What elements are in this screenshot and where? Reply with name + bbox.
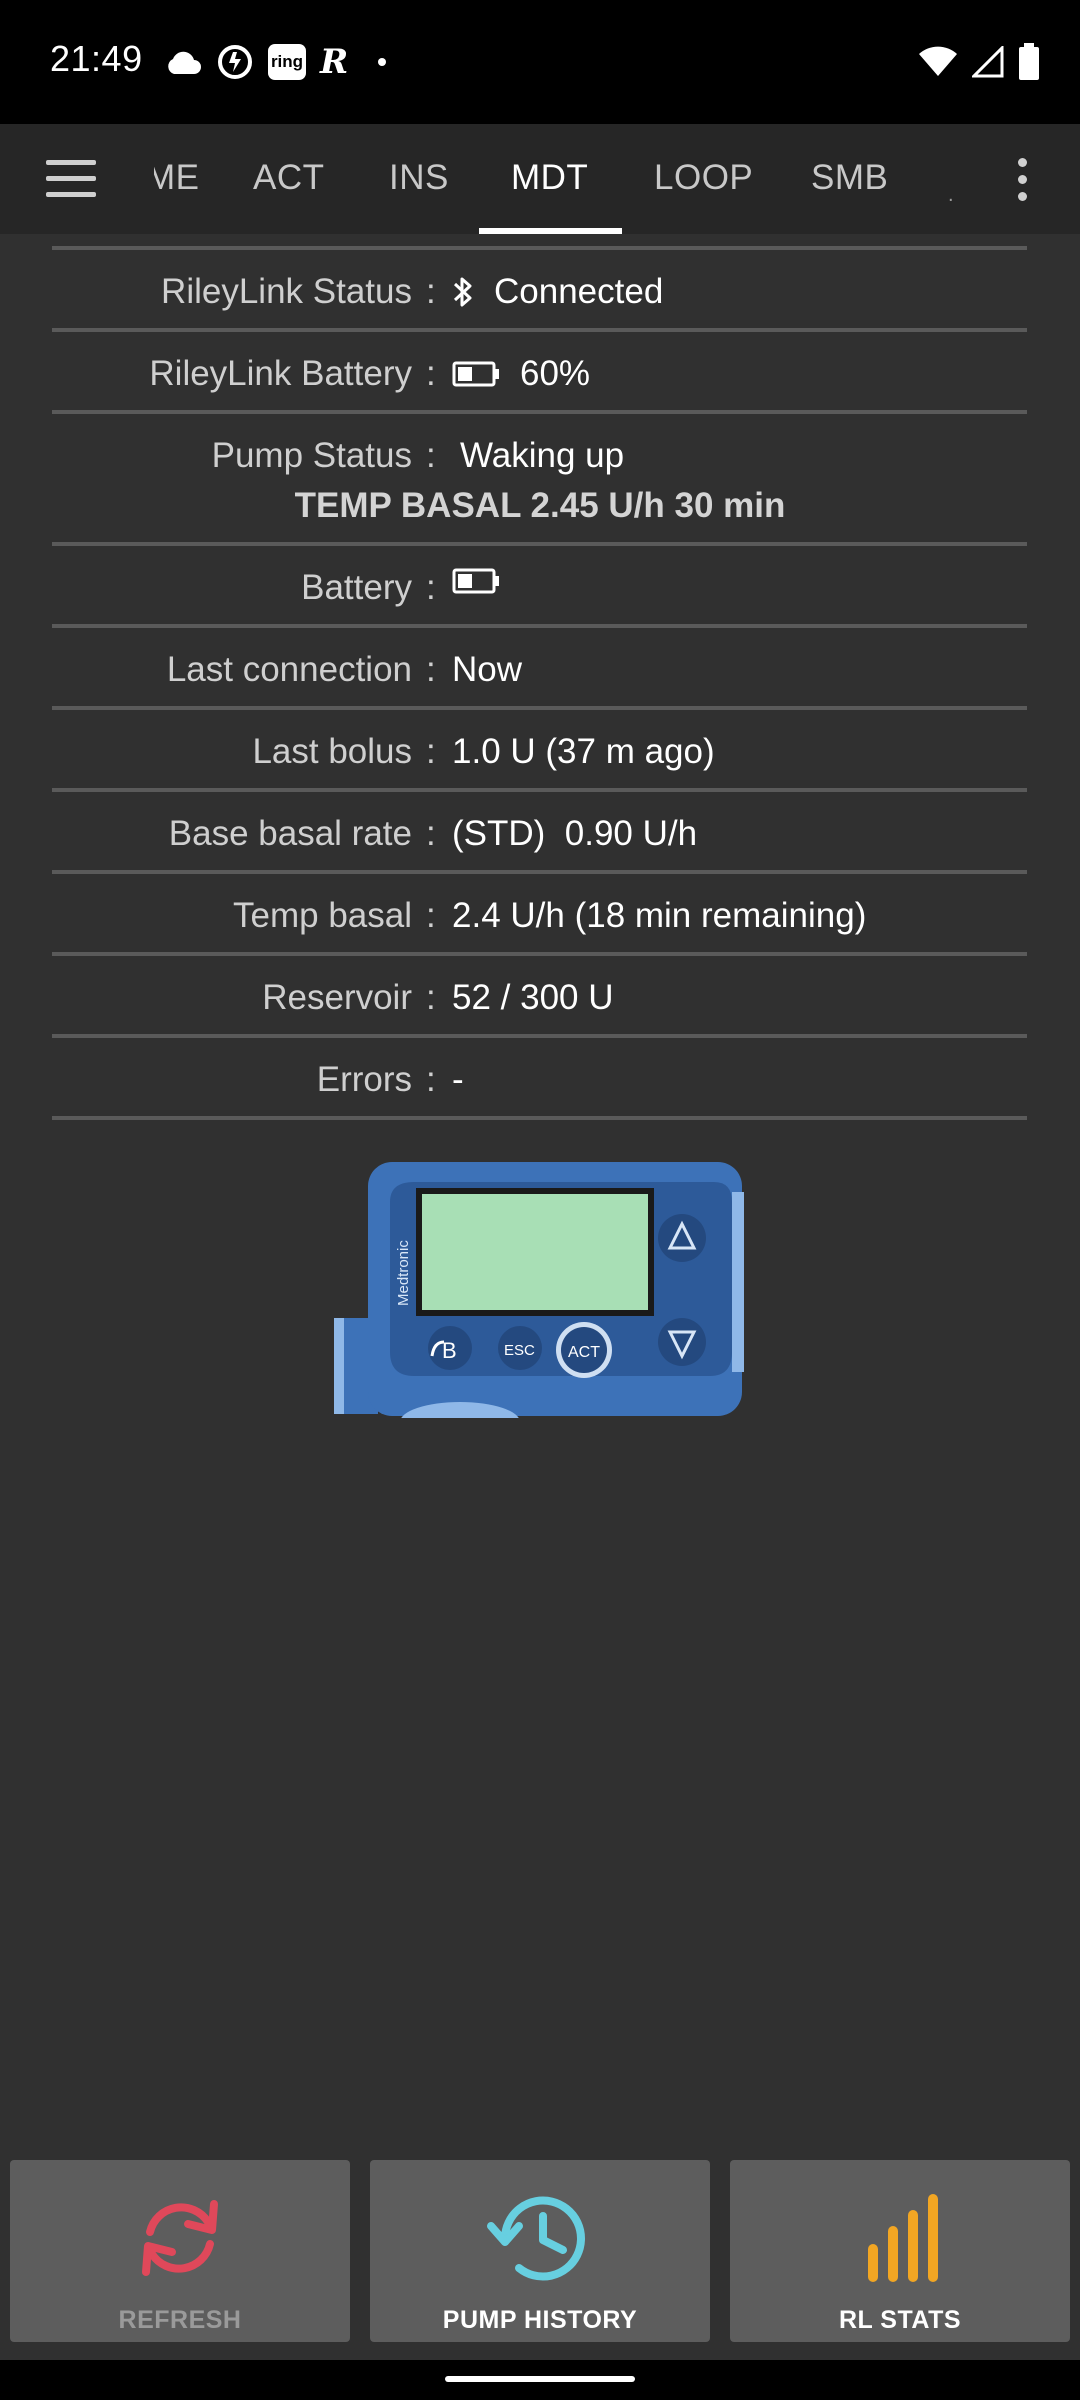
refresh-icon: [10, 2188, 350, 2288]
rileylink-battery-value: 60%: [452, 354, 590, 394]
pump-status-label: Pump Status: [211, 436, 412, 475]
colon: :: [426, 732, 436, 771]
colon: :: [426, 568, 436, 607]
status-icons-left: ring R: [164, 40, 387, 84]
tab-bar: ME ACT INS MDT LOOP SMB .: [0, 124, 1080, 234]
divider: [52, 788, 1027, 792]
more-vert-icon: [1018, 158, 1027, 167]
divider: [52, 952, 1027, 956]
status-bar: 21:49 ring R: [0, 0, 1080, 124]
colon: :: [426, 814, 436, 853]
refresh-button-label: REFRESH: [118, 2306, 242, 2334]
rileylink-status-value: Connected: [452, 272, 663, 312]
last-bolus-value: 1.0 U (37 m ago): [452, 732, 715, 771]
rileylink-status-label: RileyLink Status: [161, 272, 412, 311]
menu-icon-line: [46, 192, 96, 197]
rileylink-battery-text: 60%: [520, 354, 591, 393]
tab-home[interactable]: ME: [154, 158, 200, 198]
stats-bars-icon: [730, 2188, 1070, 2288]
reservoir-label: Reservoir: [262, 978, 412, 1017]
rileylink-status-text: Connected: [494, 272, 664, 311]
navigation-bar: [0, 2360, 1080, 2400]
more-vert-icon-dot: [1018, 175, 1027, 184]
last-connection-value: Now: [452, 650, 523, 689]
refresh-button[interactable]: REFRESH: [10, 2160, 350, 2342]
pump-history-button[interactable]: PUMP HISTORY: [370, 2160, 710, 2342]
notification-dot-icon: [378, 58, 387, 66]
pump-status-subvalue: TEMP BASAL 2.45 U/h 30 min: [294, 486, 786, 525]
base-basal-rate-label: Base basal rate: [168, 814, 412, 853]
more-options-button[interactable]: [1016, 158, 1028, 202]
medtronic-pump-image: Medtronic B ESC ACT: [334, 1162, 744, 1418]
divider: [52, 706, 1027, 710]
colon: :: [426, 650, 436, 689]
pump-act-button-label: ACT: [568, 1344, 600, 1361]
colon: :: [426, 1060, 436, 1099]
colon: :: [426, 354, 436, 393]
tab-overflow-edge[interactable]: .: [948, 184, 954, 207]
status-icons-right: [918, 40, 1040, 84]
pump-brand-label: Medtronic: [395, 1240, 412, 1306]
divider: [52, 328, 1027, 332]
tab-mdt[interactable]: MDT: [511, 158, 588, 198]
pump-battery-icon: [452, 568, 500, 594]
temp-basal-value: 2.4 U/h (18 min remaining): [452, 896, 867, 935]
more-vert-icon-dot: [1018, 192, 1027, 201]
sync-icon: [218, 45, 252, 79]
battery-value: [452, 568, 520, 594]
battery-icon: [1019, 43, 1039, 80]
status-time: 21:49: [50, 38, 143, 79]
tab-ins[interactable]: INS: [389, 158, 449, 198]
errors-value: -: [452, 1060, 464, 1099]
divider: [52, 1116, 1027, 1120]
cell-signal-icon: [972, 46, 1004, 78]
divider: [52, 410, 1027, 414]
reservoir-value: 52 / 300 U: [452, 978, 614, 1017]
divider: [52, 870, 1027, 874]
tab-act[interactable]: ACT: [253, 158, 325, 198]
last-connection-label: Last connection: [166, 650, 412, 689]
ring-badge-icon: ring: [268, 44, 306, 80]
colon: :: [426, 272, 436, 311]
divider: [52, 246, 1027, 250]
r-app-icon: R: [320, 42, 349, 82]
pump-status-value: Waking up: [460, 436, 625, 475]
battery-level-icon: [452, 361, 500, 387]
menu-button[interactable]: [46, 160, 98, 198]
last-bolus-label: Last bolus: [252, 732, 412, 771]
home-gesture-handle[interactable]: [445, 2376, 635, 2382]
rl-stats-button[interactable]: RL STATS: [730, 2160, 1070, 2342]
battery-label: Battery: [301, 568, 412, 607]
colon: :: [426, 436, 436, 475]
pump-b-button-label: B: [442, 1338, 457, 1363]
bluetooth-icon: [452, 274, 474, 310]
menu-icon-line: [46, 176, 96, 181]
divider: [52, 542, 1027, 546]
cloud-icon: [168, 51, 201, 74]
errors-label: Errors: [316, 1060, 412, 1099]
temp-basal-label: Temp basal: [233, 896, 412, 935]
pump-esc-button-label: ESC: [504, 1342, 535, 1359]
base-basal-rate-value: (STD) 0.90 U/h: [452, 814, 698, 853]
menu-icon: [46, 160, 96, 165]
pump-history-button-label: PUMP HISTORY: [442, 2306, 638, 2334]
tab-loop[interactable]: LOOP: [654, 158, 753, 198]
tab-smb[interactable]: SMB: [811, 158, 888, 198]
action-buttons-bar: REFRESH PUMP HISTORY RL STATS: [0, 2156, 1080, 2360]
rl-stats-button-label: RL STATS: [838, 2306, 962, 2334]
colon: :: [426, 896, 436, 935]
wifi-icon: [919, 46, 957, 76]
divider: [52, 624, 1027, 628]
colon: :: [426, 978, 436, 1017]
rileylink-battery-label: RileyLink Battery: [149, 354, 412, 393]
divider: [52, 1034, 1027, 1038]
history-icon: [370, 2188, 710, 2288]
